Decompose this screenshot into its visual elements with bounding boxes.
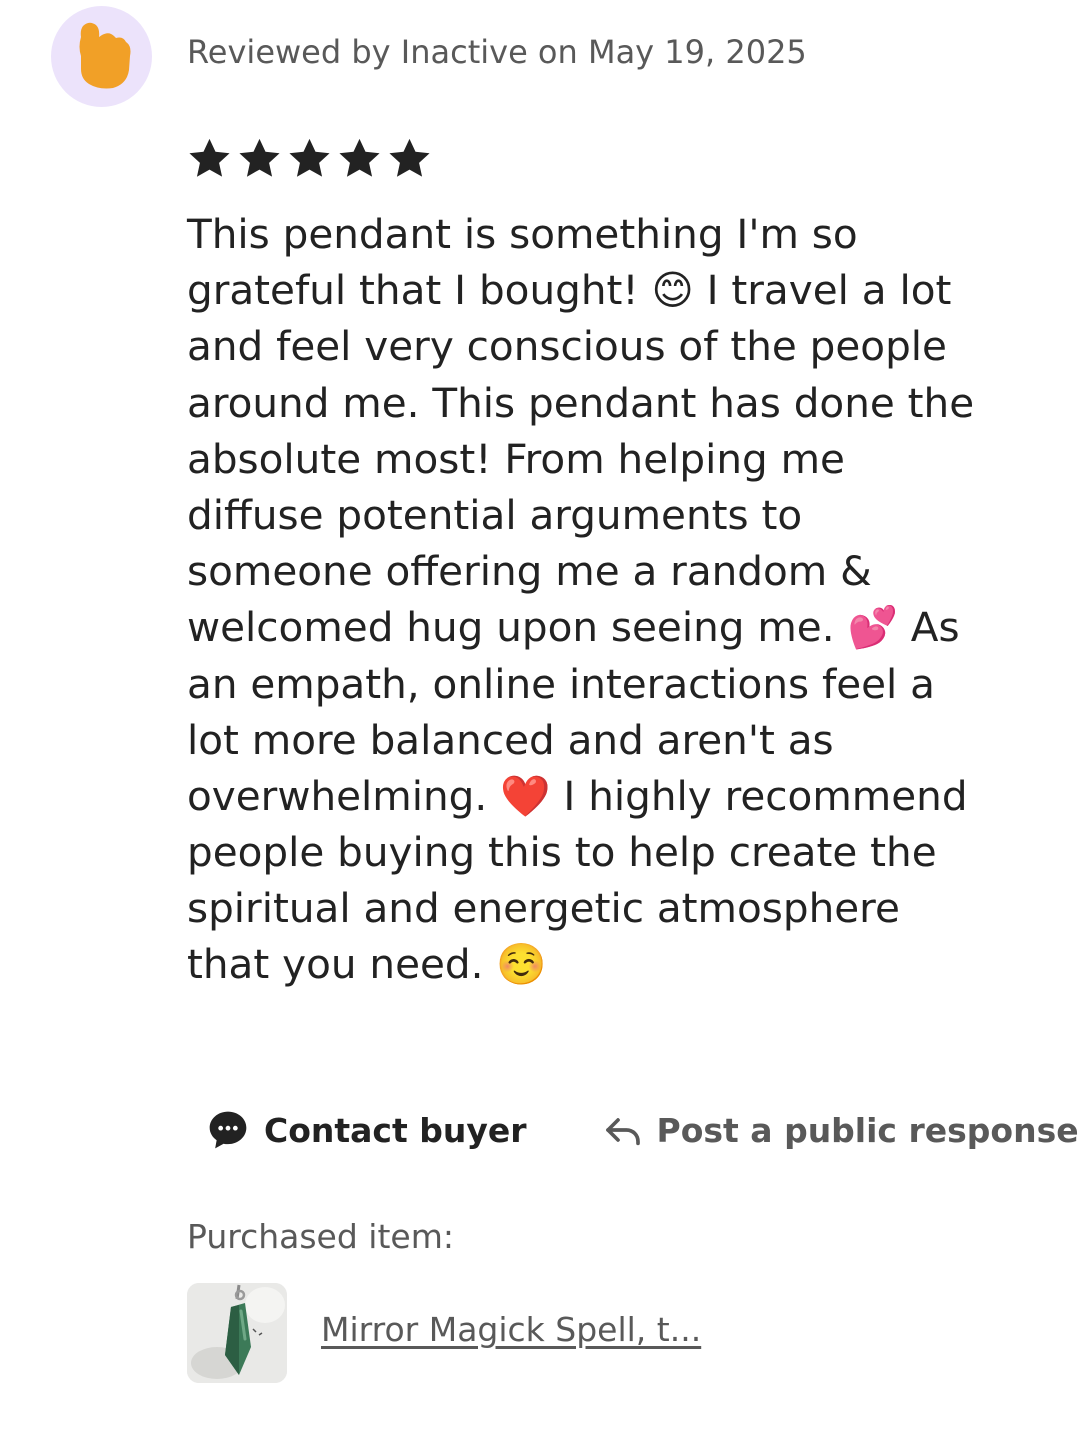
star-icon — [339, 138, 380, 177]
review-body: This pendant is something I'm so gratefu… — [187, 206, 1047, 993]
post-public-response-button[interactable]: Post a public response — [603, 1111, 1079, 1150]
review-line: overwhelming. ❤️ I highly recommend — [187, 771, 968, 820]
review-line: that you need. ☺️ — [187, 940, 547, 989]
star-rating — [187, 136, 432, 181]
post-public-response-label: Post a public response — [656, 1110, 1079, 1150]
star-icon — [289, 138, 330, 177]
review-line: an empath, online interactions feel a — [187, 659, 936, 708]
review-line: people buying this to help create the — [187, 828, 937, 877]
chat-bubble-icon — [209, 1111, 247, 1149]
contact-buyer-label: Contact buyer — [264, 1110, 527, 1150]
review-line: and feel very conscious of the people — [187, 322, 947, 371]
review-line: spiritual and energetic atmosphere — [187, 884, 900, 933]
green-crystal-pendant-image — [187, 1283, 287, 1383]
star-icon — [389, 138, 430, 177]
review-header: Reviewed by Inactive on May 19, 2025 — [187, 33, 807, 71]
purchased-item-label: Purchased item: — [187, 1217, 454, 1256]
review-line: grateful that I bought! 😊 I travel a lot — [187, 266, 952, 315]
purchased-item-thumbnail[interactable] — [187, 1283, 287, 1383]
purchased-item-link[interactable]: Mirror Magick Spell, t... — [321, 1310, 701, 1349]
hand-icon — [79, 22, 131, 89]
contact-buyer-button[interactable]: Contact buyer — [206, 1108, 527, 1152]
review-line: welcomed hug upon seeing me. 💕 As — [187, 603, 960, 652]
buyer-avatar — [51, 6, 152, 107]
star-icon — [239, 138, 280, 177]
star-icon — [189, 138, 230, 177]
review-line: lot more balanced and aren't as — [187, 715, 834, 764]
review-line: around me. This pendant has done the — [187, 378, 975, 427]
review-line: This pendant is something I'm so — [187, 210, 858, 258]
review-actions: Contact buyer Post a public response — [206, 1105, 1079, 1155]
reply-arrow-icon — [605, 1118, 640, 1146]
review-line: diffuse potential arguments to — [187, 490, 803, 539]
review-line: someone offering me a random & — [187, 547, 872, 596]
review-line: absolute most! From helping me — [187, 434, 845, 483]
